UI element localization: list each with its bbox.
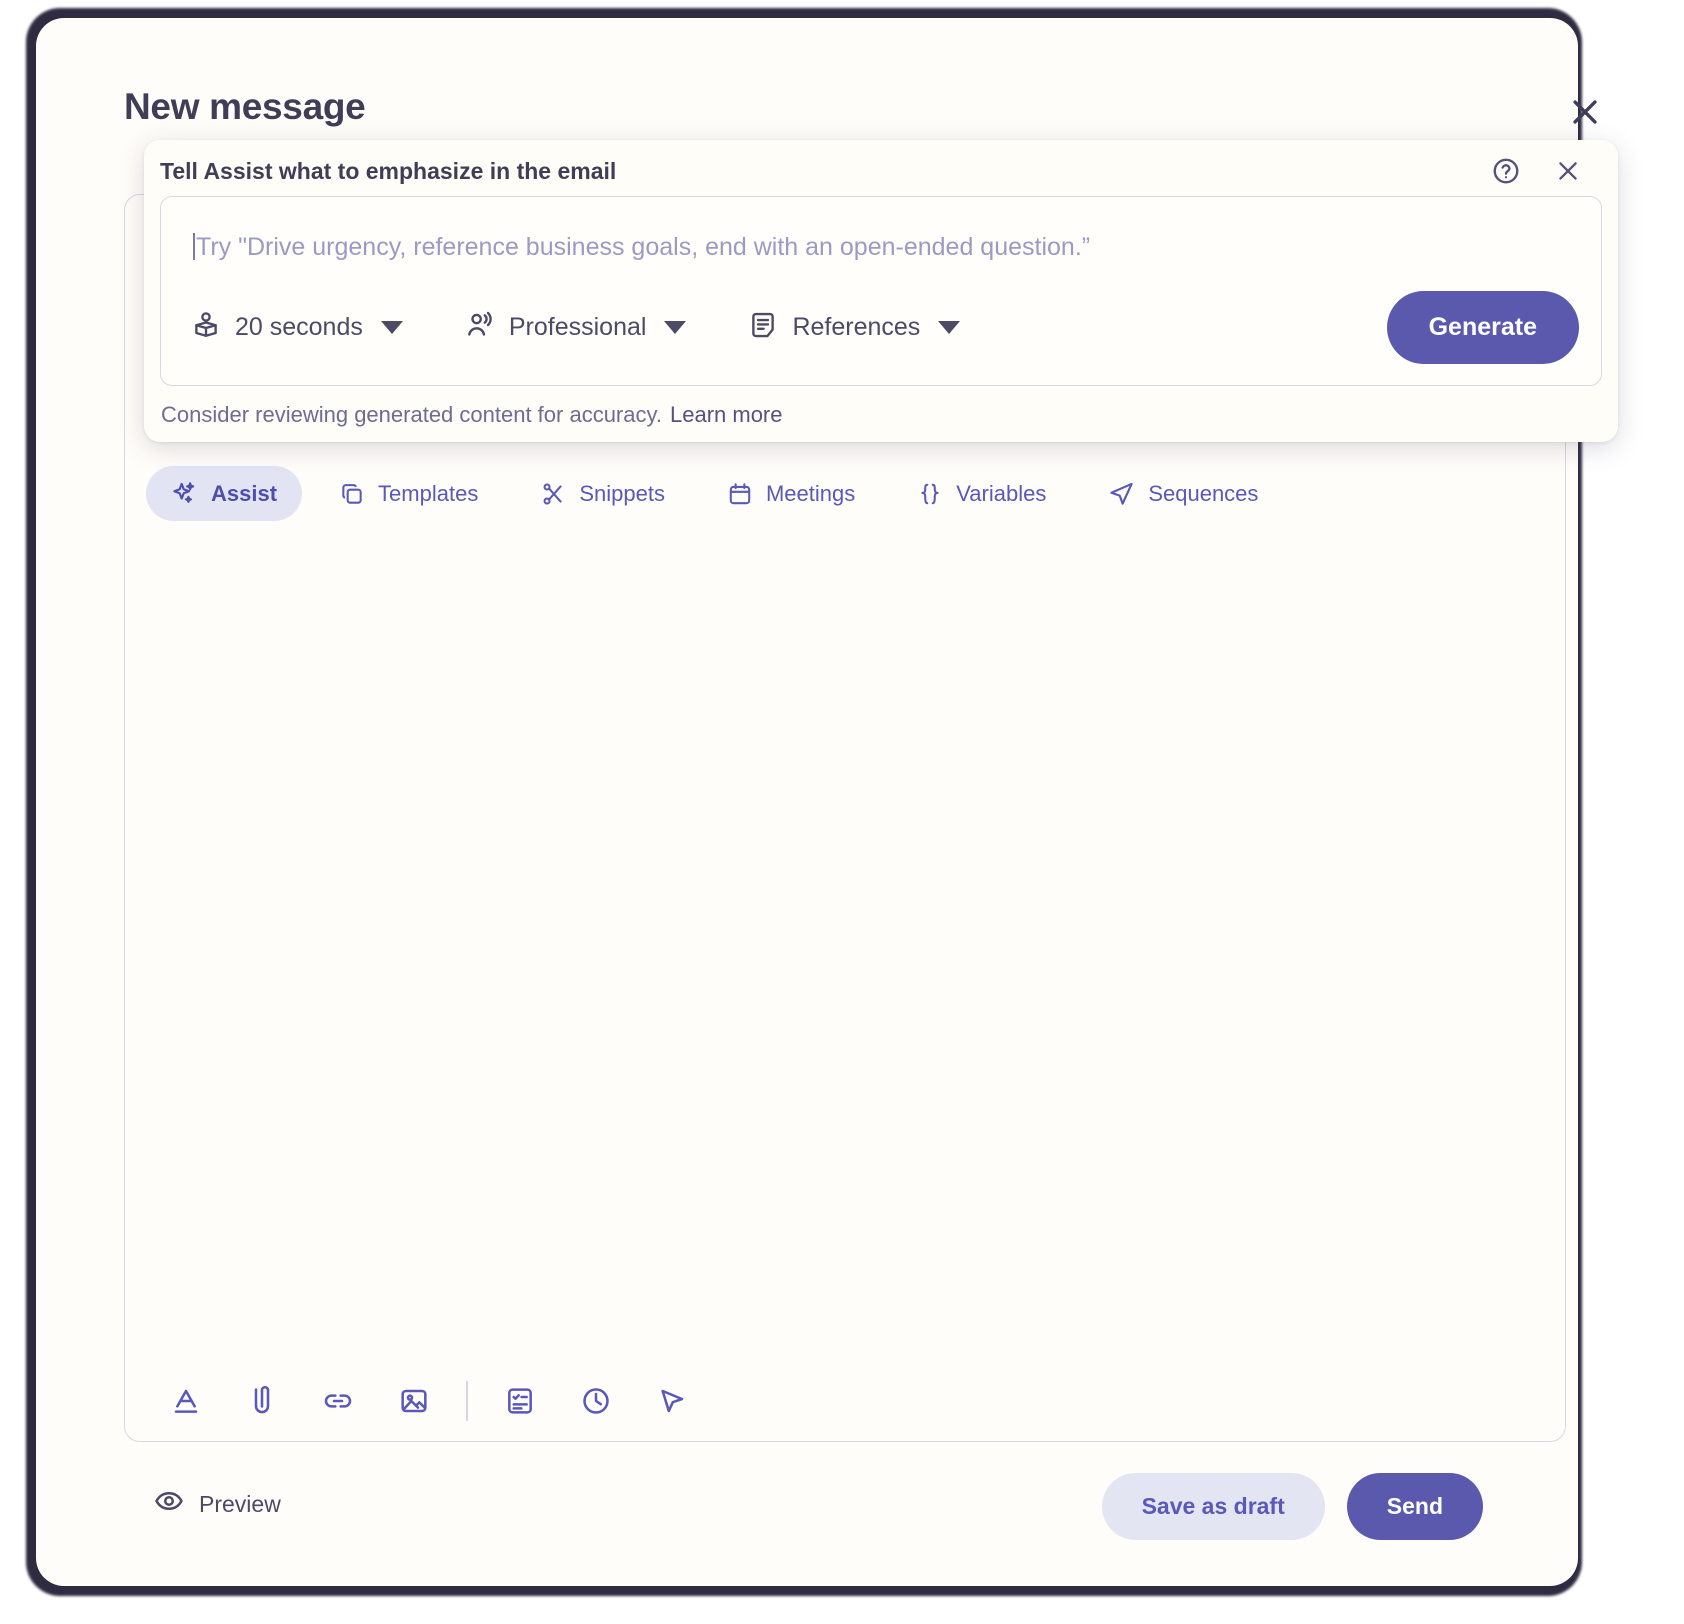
document-lines-icon (748, 310, 778, 345)
copy-icon (339, 481, 365, 507)
preview-label: Preview (199, 1490, 281, 1517)
generate-button[interactable]: Generate (1386, 290, 1579, 364)
close-modal-button[interactable] (1561, 88, 1609, 136)
tab-assist[interactable]: Assist (146, 466, 303, 521)
task-button[interactable] (482, 1370, 558, 1432)
tone-dropdown[interactable]: Professional (465, 310, 687, 345)
references-value: References (792, 312, 921, 341)
assist-prompt-box[interactable]: Try "Drive urgency, reference business g… (160, 196, 1602, 386)
tab-label: Variables (956, 480, 1047, 506)
footer-actions: Save as draft Send (1101, 1473, 1483, 1540)
references-dropdown[interactable]: References (748, 310, 961, 345)
tab-meetings[interactable]: Meetings (702, 467, 880, 521)
tab-label: Sequences (1148, 480, 1259, 506)
preview-button[interactable]: Preview (154, 1486, 281, 1522)
tab-label: Assist (211, 480, 278, 506)
assist-controls-row: 20 seconds Professional References Gener… (191, 290, 1579, 364)
assist-popover-close-button[interactable] (1548, 151, 1588, 191)
schedule-button[interactable] (558, 1370, 634, 1432)
send-button[interactable]: Send (1346, 1473, 1483, 1540)
tab-sequences[interactable]: Sequences (1083, 466, 1283, 521)
assist-popover-header: Tell Assist what to emphasize in the ema… (144, 140, 1618, 202)
reading-time-dropdown[interactable]: 20 seconds (191, 310, 403, 345)
app-root: New message Assist Templates Snippets Me… (0, 0, 1684, 1624)
tab-variables[interactable]: Variables (892, 467, 1071, 521)
image-button[interactable] (376, 1370, 452, 1432)
help-circle-icon[interactable] (1486, 151, 1526, 191)
text-caret (193, 233, 195, 260)
eye-icon (154, 1486, 184, 1522)
assist-prompt-placeholder: Try "Drive urgency, reference business g… (196, 233, 1091, 261)
tab-label: Meetings (765, 480, 856, 506)
calendar-icon (727, 481, 753, 507)
learn-more-link[interactable]: Learn more (670, 402, 783, 427)
page-title: New message (124, 86, 366, 127)
new-message-modal: New message Assist Templates Snippets Me… (36, 18, 1618, 1586)
link-button[interactable] (300, 1370, 376, 1432)
tab-label: Templates (378, 480, 479, 506)
chevron-down-icon (380, 320, 403, 334)
tab-snippets[interactable]: Snippets (515, 467, 690, 521)
scissors-icon (540, 481, 566, 507)
send-plane-icon (1108, 480, 1135, 507)
tracking-button[interactable] (634, 1370, 710, 1432)
attachment-button[interactable] (224, 1370, 300, 1432)
chevron-down-icon (938, 320, 961, 334)
reading-time-value: 20 seconds (235, 312, 363, 341)
save-as-draft-button[interactable]: Save as draft (1101, 1473, 1325, 1540)
reading-person-icon (191, 310, 221, 345)
assist-disclaimer-text: Consider reviewing generated content for… (161, 402, 662, 427)
assist-disclaimer: Consider reviewing generated content for… (161, 402, 783, 428)
toolbar-divider (466, 1381, 468, 1421)
chevron-down-icon (664, 320, 687, 334)
braces-icon (917, 481, 943, 507)
text-format-button[interactable] (148, 1370, 224, 1432)
assist-prompt-input[interactable]: Try "Drive urgency, reference business g… (193, 233, 1090, 262)
person-speaking-icon (465, 310, 495, 345)
sparkles-icon (171, 480, 198, 507)
assist-popover-header-actions (1486, 151, 1588, 191)
tone-value: Professional (508, 312, 647, 341)
format-toolbar (148, 1370, 710, 1432)
assist-popover-title: Tell Assist what to emphasize in the ema… (160, 157, 617, 184)
tab-templates[interactable]: Templates (314, 467, 503, 521)
tab-label: Snippets (579, 480, 665, 506)
assist-popover: Tell Assist what to emphasize in the ema… (144, 140, 1618, 442)
composer-tabbar: Assist Templates Snippets Meetings Varia… (146, 466, 1283, 521)
